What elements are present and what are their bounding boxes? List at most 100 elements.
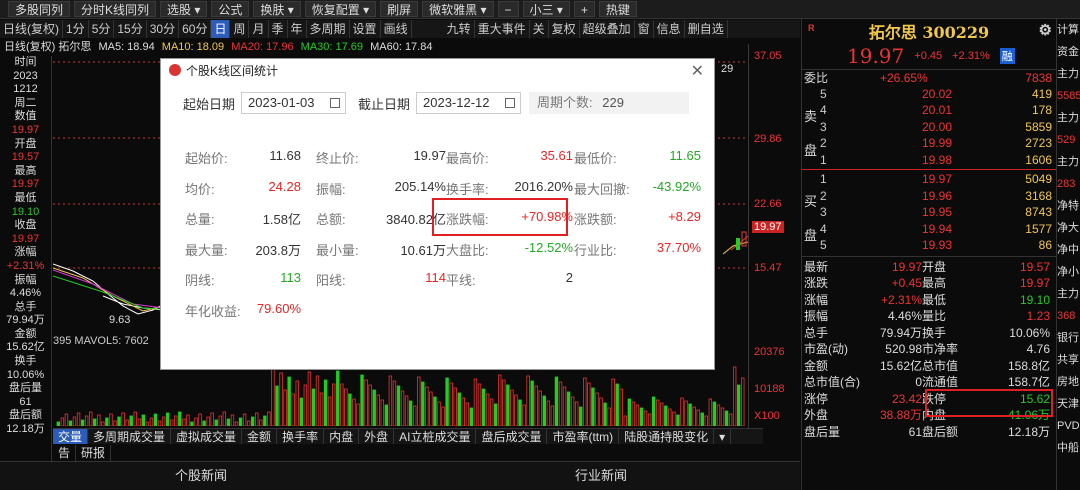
secondary-tab[interactable]: 研报 [76,445,112,461]
period-tab[interactable]: 30分 [147,20,180,38]
quote-stat-value: 520.98 [885,342,922,356]
end-date-label: 截止日期 [358,96,411,112]
stat-value: -43.92% [652,178,701,194]
industry-news-tab[interactable]: 行业新闻 [575,465,627,484]
period-tab[interactable]: 5分 [89,20,115,38]
toolbar-button[interactable]: + [573,1,595,17]
info-cell: 19.97 [11,232,40,245]
period-tab[interactable]: 超级叠加 [580,20,635,38]
sell-price: 20.01 [921,103,952,117]
period-tab[interactable]: 15分 [114,20,147,38]
indicator-tab[interactable]: 市盈率(ttm) [547,429,620,444]
period-tab[interactable]: 60分 [179,20,212,38]
period-tab[interactable]: 日线(复权) [0,20,63,38]
period-tab[interactable]: 复权 [549,20,580,38]
period-tab[interactable]: 重大事件 [475,20,530,38]
indicator-tab[interactable]: 换手率 [277,429,325,444]
indicator-tab[interactable]: 陆股通持股变化 [619,429,715,444]
calendar-icon[interactable] [330,98,341,108]
end-date-input[interactable]: 2023-12-12 [416,92,522,114]
close-icon[interactable]: ✕ [691,61,704,81]
period-tab[interactable]: 周 [230,20,250,38]
period-tab[interactable]: 日 [211,20,231,38]
buy-level: 4 19.94 1577 [802,221,1056,238]
current-price-tag: 19.97 [752,221,784,233]
volume-bar [570,396,575,427]
secondary-tab[interactable]: 告 [53,445,77,461]
period-tab[interactable]: 画线 [381,20,412,38]
stat-value: 79.60% [256,300,301,316]
volume-bar [445,377,449,427]
volume-bar [583,377,587,427]
period-tab[interactable]: 关 [530,20,549,38]
period-tab[interactable]: 设置 [350,20,381,38]
period-tab[interactable]: 1分 [63,20,89,38]
volume-bar [323,379,328,427]
volume-bar [473,378,478,427]
indicator-tab[interactable]: 虚拟成交量 [171,429,243,444]
indicator-tab[interactable]: 内盘 [324,429,360,444]
indicator-tab[interactable]: 交量 [53,429,89,444]
indicator-tab[interactable]: 外盘 [359,429,395,444]
period-tab[interactable]: 年 [288,20,307,38]
volume-bar [425,386,429,427]
period-tab[interactable]: 窗 [635,20,654,38]
volume-bar [680,397,684,427]
toolbar-button[interactable]: 刷屏 [380,1,419,17]
volume-bar [291,393,295,427]
toolbar-button[interactable]: − [497,1,519,17]
buy-volume: 86 [1038,238,1052,252]
period-count-value: 229 [602,95,624,110]
indicator-tab[interactable]: 多周期成交量 [88,429,172,444]
volume-bar [105,417,109,427]
indicator-tab[interactable]: 金额 [242,429,278,444]
toolbar-button[interactable]: 多股同列 [8,1,71,17]
volume-bars [56,366,745,427]
period-tab[interactable]: 月 [249,20,269,38]
gear-icon[interactable]: ⚙ [1039,21,1052,39]
volume-bar [396,385,401,427]
period-tab[interactable]: 信息 [654,20,685,38]
stock-news-tab[interactable]: 个股新闻 [175,465,227,484]
toolbar-button[interactable]: 恢复配置 ▾ [304,1,377,17]
volume-bar [704,415,708,427]
volume-bar [360,374,364,427]
period-tab[interactable]: 九转 [444,20,475,38]
volume-bar [109,413,113,427]
volume-bar [97,414,101,427]
toolbar-button[interactable]: 换肤 ▾ [253,1,301,17]
toolbar-button[interactable]: 微软雅黑 ▾ [422,1,494,17]
volume-bar [68,420,73,427]
toolbar-button[interactable]: 小三 ▾ [522,1,570,17]
volume-bar [174,415,178,427]
indicator-tab[interactable]: ▾ [714,429,732,444]
toolbar-button[interactable]: 选股 ▾ [160,1,208,17]
weicha-value: 7838 [1025,71,1052,85]
volume-bar [720,407,725,427]
info-cell: 10.06% [6,368,45,381]
side-item: 主力 [1057,68,1079,80]
toolbar-button[interactable]: 公式 [211,1,250,17]
volume-bar [724,410,729,427]
volume-bar [712,401,717,427]
highlight-market-cap [925,389,1053,417]
toolbar-button[interactable]: 分时K线同列 [74,1,157,17]
volume-bar [477,383,482,427]
ma-legend: 日线(复权) 拓尔思 MA5: 18.94 MA10: 18.09 MA20: … [0,39,800,55]
period-tab[interactable]: 多周期 [307,20,350,38]
stat-value: 2 [565,270,573,285]
info-cell: 61 [19,395,32,408]
toolbar-button[interactable]: 热键 [598,1,637,17]
period-tab[interactable]: 季 [269,20,288,38]
indicator-tab[interactable]: AI立桩成交量 [394,429,477,444]
start-date-input[interactable]: 2023-01-03 [241,92,347,114]
indicator-tab[interactable]: 盘后成交量 [476,429,548,444]
calendar-icon[interactable] [505,98,516,108]
info-cell: 最高 [14,164,37,177]
volume-bar [684,400,688,427]
volume-bar [672,411,676,427]
volume-bar [64,413,69,427]
side-item: 银行 [1057,332,1079,344]
period-tab[interactable]: 删自选 [685,20,728,38]
start-date-value: 2023-01-03 [248,95,315,110]
